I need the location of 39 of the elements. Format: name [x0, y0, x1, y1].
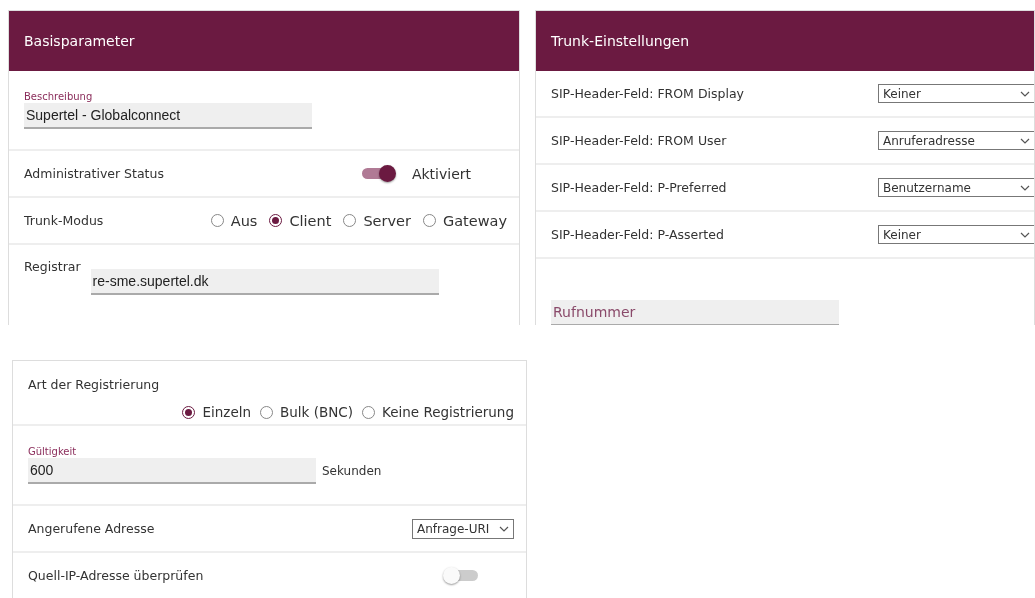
panel-title: Basisparameter: [24, 33, 135, 49]
radio-option[interactable]: Einzeln: [182, 404, 252, 420]
field-label: Gültigkeit: [28, 446, 77, 457]
unit-label: Sekunden: [322, 464, 382, 478]
radio-option[interactable]: Bulk (BNC): [260, 404, 354, 420]
field-label: SIP-Header-Feld: FROM User: [551, 133, 727, 148]
field-label: Registrar: [24, 259, 81, 274]
radio-option[interactable]: Client: [269, 212, 332, 229]
field-label: SIP-Header-Feld: P-Asserted: [551, 227, 724, 242]
field-label: Art der Registrierung: [28, 377, 161, 392]
radio-option[interactable]: Server: [343, 212, 411, 229]
radio-option[interactable]: Aus: [210, 212, 258, 229]
radio-option[interactable]: Gateway: [422, 212, 507, 229]
radio-option[interactable]: Keine Registrierung: [362, 404, 514, 420]
toggle-switch[interactable]: [361, 168, 394, 179]
input-field[interactable]: 600: [28, 458, 316, 484]
chevron-down-icon: [1020, 231, 1030, 238]
dropdown[interactable]: Anfrage-URI: [412, 518, 514, 539]
chevron-down-icon: [499, 525, 509, 532]
field-label: SIP-Header-Feld: P-Preferred: [551, 180, 727, 195]
field-label: Beschreibung: [24, 91, 93, 102]
dropdown[interactable]: Benutzername: [878, 178, 1034, 197]
input-field[interactable]: Supertel - Globalconnect: [24, 103, 312, 129]
panel-title: Trunk-Einstellungen: [551, 33, 690, 49]
dropdown[interactable]: Anruferadresse: [878, 131, 1034, 150]
chevron-down-icon: [1020, 90, 1030, 97]
field-label: SIP-Header-Feld: FROM Display: [551, 86, 744, 101]
chevron-down-icon: [1020, 137, 1030, 144]
dropdown[interactable]: Keiner: [878, 84, 1034, 103]
field-label: Quell-IP-Adresse überprüfen: [28, 568, 204, 583]
dropdown[interactable]: Keiner: [878, 225, 1034, 244]
status-label: Aktiviert: [411, 165, 471, 182]
chevron-down-icon: [1020, 184, 1030, 191]
input-field[interactable]: Rufnummer: [551, 300, 839, 325]
field-label: Trunk-Modus: [24, 213, 104, 228]
field-label: Angerufene Adresse: [28, 521, 155, 536]
toggle-switch[interactable]: [446, 570, 478, 581]
input-field[interactable]: re-sme.supertel.dk: [90, 269, 439, 295]
field-label: Administrativer Status: [24, 166, 164, 181]
